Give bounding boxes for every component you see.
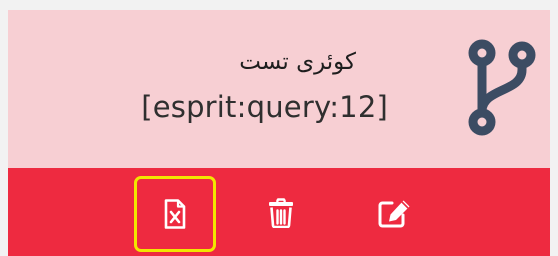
query-identifier: [esprit:query:12] xyxy=(141,90,388,124)
edit-button[interactable] xyxy=(365,180,425,246)
delete-button[interactable] xyxy=(257,180,305,246)
export-excel-button[interactable] xyxy=(134,176,216,252)
file-excel-icon xyxy=(164,199,186,229)
action-bar xyxy=(8,168,550,256)
query-card-info: کوئری تست [esprit:query:12] xyxy=(8,10,550,168)
trash-icon xyxy=(269,198,293,228)
code-branch-icon xyxy=(468,39,536,136)
query-title: کوئری تست xyxy=(239,49,356,75)
query-card: کوئری تست [esprit:query:12] xyxy=(8,10,550,256)
edit-icon xyxy=(378,200,410,228)
